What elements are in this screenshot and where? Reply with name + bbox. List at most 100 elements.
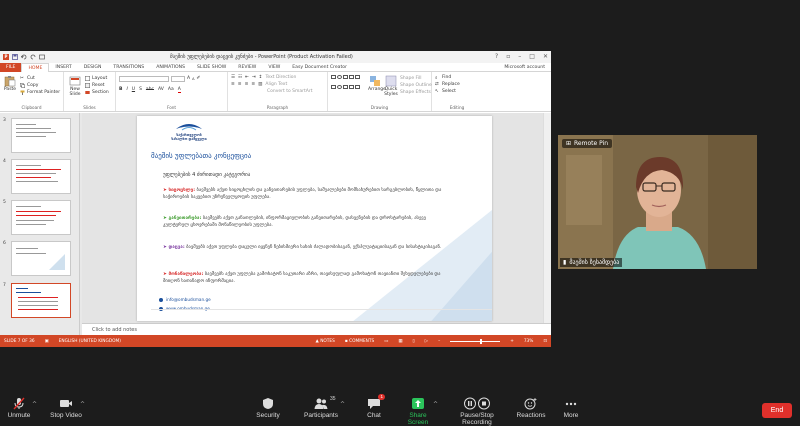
justify-icon[interactable]: ≡ — [251, 82, 255, 87]
tab-file[interactable]: FILE — [0, 62, 22, 72]
quick-styles-button[interactable]: Quick Styles — [384, 75, 398, 97]
tab-review[interactable]: REVIEW — [232, 63, 262, 72]
remote-pin-label[interactable]: ⊞ Remote Pin — [562, 139, 613, 148]
slide-thumbnail[interactable] — [11, 159, 71, 194]
slide-thumbnail-selected[interactable] — [11, 283, 71, 318]
minimize-icon[interactable]: – — [518, 53, 521, 60]
align-right-icon[interactable]: ≡ — [245, 82, 249, 87]
strikethrough-button[interactable]: abc — [146, 87, 154, 92]
tab-transitions[interactable]: TRANSITIONS — [107, 63, 150, 72]
close-icon[interactable]: ✕ — [543, 53, 548, 60]
fit-slide-icon[interactable]: ⊡ — [543, 339, 547, 344]
shape-outline-button[interactable]: Shape Outline — [400, 82, 432, 89]
comments-toggle[interactable]: ▪ COMMENTS — [345, 339, 374, 344]
cut-button[interactable]: ✂ Cut — [20, 75, 60, 82]
bullets-icon[interactable]: ☰ — [231, 75, 235, 80]
zoom-out-icon[interactable]: – — [438, 339, 440, 344]
sorter-view-icon[interactable]: ▦ — [398, 339, 402, 344]
undo-icon[interactable] — [20, 54, 27, 60]
reading-view-icon[interactable]: ▯ — [412, 339, 414, 344]
chat-button[interactable]: 1 Chat — [362, 394, 386, 419]
stop-video-button[interactable]: Stop Video — [48, 397, 84, 419]
tab-slide-show[interactable]: SLIDE SHOW — [191, 63, 232, 72]
slideshow-icon[interactable] — [39, 54, 45, 60]
slide-thumbnails-pane[interactable]: 3 4 5 6 7 — [0, 113, 80, 335]
zoom-slider-knob[interactable] — [480, 338, 483, 344]
grow-font-icon[interactable]: A — [187, 76, 190, 81]
new-slide-button[interactable]: New Slide — [66, 75, 84, 97]
layout-button[interactable]: Layout — [85, 75, 109, 82]
change-case-button[interactable]: Aa — [168, 87, 174, 92]
video-options-caret[interactable]: ^ — [80, 401, 85, 408]
shape-effects-button[interactable]: Shape Effects — [400, 89, 432, 96]
participants-options-caret[interactable]: ^ — [340, 401, 345, 408]
font-size-dropdown[interactable] — [171, 75, 185, 82]
align-center-icon[interactable]: ≡ — [238, 82, 242, 87]
decrease-indent-icon[interactable]: ⇤ — [245, 75, 249, 80]
save-icon[interactable] — [12, 54, 18, 60]
convert-smartart-button[interactable]: Convert to SmartArt — [267, 89, 312, 94]
align-text-button[interactable]: Align Text — [265, 82, 287, 87]
underline-button[interactable]: U — [132, 87, 135, 92]
end-meeting-button[interactable]: End — [762, 403, 792, 418]
reactions-button[interactable]: Reactions — [516, 397, 546, 419]
tab-home[interactable]: HOME — [21, 62, 50, 72]
more-button[interactable]: More — [561, 397, 581, 419]
pause-stop-recording-button[interactable]: Pause/Stop Recording — [446, 397, 508, 426]
increase-indent-icon[interactable]: ⇥ — [252, 75, 256, 80]
tab-view[interactable]: VIEW — [262, 63, 286, 72]
normal-view-icon[interactable]: ▭ — [384, 339, 388, 344]
tab-insert[interactable]: INSERT — [49, 63, 77, 72]
audio-options-caret[interactable]: ^ — [32, 401, 37, 408]
shape-fill-button[interactable]: Shape Fill — [400, 75, 432, 82]
language-status[interactable]: ENGLISH (UNITED KINGDOM) — [59, 339, 121, 344]
ribbon-display-icon[interactable]: ▫ — [506, 53, 510, 60]
zoom-level[interactable]: 73% — [524, 339, 534, 344]
tab-design[interactable]: DESIGN — [78, 63, 108, 72]
security-button[interactable]: Security — [254, 397, 282, 419]
arrange-button[interactable]: Arrange — [368, 75, 386, 92]
bold-button[interactable]: B — [119, 87, 122, 92]
columns-icon[interactable]: ▥ — [258, 82, 262, 87]
help-icon[interactable]: ? — [495, 53, 498, 60]
slide-thumbnail[interactable] — [11, 118, 71, 153]
numbering-icon[interactable]: ☷ — [238, 75, 242, 80]
text-direction-button[interactable]: Text Direction — [265, 75, 296, 80]
unmute-button[interactable]: Unmute — [4, 397, 34, 419]
participant-video[interactable]: ⊞ Remote Pin ▮ მაეშის ზესამდება — [558, 135, 757, 269]
font-color-button[interactable]: A — [177, 87, 181, 93]
italic-button[interactable]: I — [126, 87, 127, 92]
shrink-font-icon[interactable]: A — [192, 77, 194, 81]
replace-button[interactable]: ⇄ Replace — [435, 81, 479, 88]
reset-button[interactable]: Reset — [85, 82, 109, 89]
format-painter-button[interactable]: Format Painter — [20, 89, 60, 96]
zoom-slider[interactable] — [450, 338, 501, 344]
notes-toggle[interactable]: ▲ NOTES — [316, 339, 335, 344]
shadow-button[interactable]: S — [139, 87, 142, 92]
tab-animations[interactable]: ANIMATIONS — [150, 63, 191, 72]
vertical-scrollbar[interactable] — [543, 113, 551, 323]
clear-format-icon[interactable]: ✐ — [197, 76, 201, 81]
paste-button[interactable]: Paste — [3, 75, 17, 92]
share-options-caret[interactable]: ^ — [433, 401, 438, 408]
slide-thumbnail[interactable] — [11, 241, 71, 276]
section-button[interactable]: Section — [85, 89, 109, 96]
font-name-dropdown[interactable] — [119, 75, 169, 82]
slide-editing-area[interactable]: საქართველოს სახალხო დამცველი მაეშის უფლე… — [82, 113, 551, 323]
tab-easy-document-creator[interactable]: Easy Document Creator — [286, 63, 353, 72]
notes-pane[interactable]: Click to add notes — [82, 323, 551, 335]
slide-thumbnail[interactable] — [11, 200, 71, 235]
redo-icon[interactable] — [30, 54, 36, 60]
maximize-icon[interactable]: □ — [529, 53, 535, 60]
copy-button[interactable]: Copy — [20, 82, 60, 89]
align-left-icon[interactable]: ≡ — [231, 82, 235, 87]
character-spacing-button[interactable]: AV — [158, 87, 164, 92]
select-button[interactable]: ↖ Select — [435, 88, 479, 95]
current-slide[interactable]: საქართველოს სახალხო დამცველი მაეშის უფლე… — [137, 116, 492, 321]
slideshow-view-icon[interactable]: ▷ — [425, 339, 428, 344]
account-link[interactable]: Microsoft account — [504, 63, 545, 72]
shapes-gallery[interactable] — [331, 75, 365, 93]
spellcheck-icon[interactable]: ▣ — [45, 339, 49, 344]
line-spacing-icon[interactable]: ↕ — [259, 75, 263, 80]
share-screen-button[interactable]: Share Screen — [400, 397, 436, 426]
